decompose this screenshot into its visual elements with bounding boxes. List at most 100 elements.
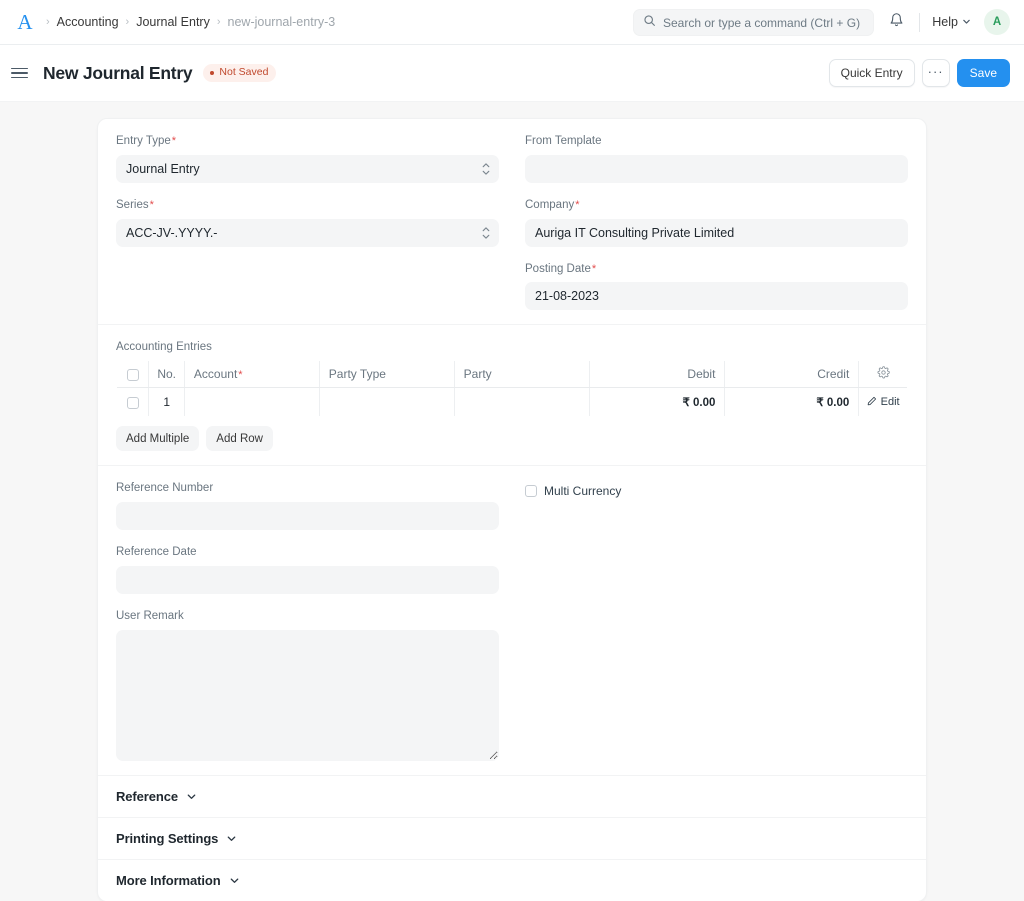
column-left: Entry Type* Journal Entry Series* ACC-JV… (116, 135, 499, 310)
sidebar-toggle-icon[interactable] (11, 62, 33, 84)
field-user-remark: User Remark (116, 610, 499, 761)
cell-party[interactable] (454, 387, 590, 417)
series-select[interactable]: ACC-JV-.YYYY.- (116, 218, 499, 247)
status-badge-label: Not Saved (219, 66, 269, 79)
help-menu-button[interactable]: Help (929, 11, 974, 33)
series-label: Series* (116, 199, 499, 213)
company-label-text: Company (525, 198, 575, 211)
row-checkbox[interactable] (126, 397, 139, 410)
posting-date-input[interactable]: 21-08-2023 (525, 282, 908, 311)
breadcrumb-item-journal-entry[interactable]: Journal Entry (136, 15, 210, 29)
top-navbar: A › Accounting › Journal Entry › new-jou… (0, 0, 1024, 45)
help-label: Help (932, 15, 958, 29)
status-badge: Not Saved (203, 64, 277, 82)
cell-account[interactable] (184, 387, 320, 417)
gear-icon (877, 366, 890, 382)
field-company: Company* Auriga IT Consulting Private Li… (525, 199, 908, 247)
header-account-text: Account (193, 367, 238, 382)
header-grid-settings[interactable] (858, 361, 907, 389)
field-entry-type: Entry Type* Journal Entry (116, 135, 499, 183)
global-search (633, 9, 874, 36)
debit-amount: ₹ 0.00 (682, 397, 716, 410)
series-select-wrap: ACC-JV-.YYYY.- (116, 218, 499, 247)
section-reference-details: Reference Number Reference Date User Rem… (98, 465, 926, 774)
form-card: Entry Type* Journal Entry Series* ACC-JV… (97, 118, 927, 901)
required-asterisk: * (591, 262, 597, 275)
more-actions-button[interactable]: ··· (921, 59, 950, 87)
pencil-icon (867, 396, 877, 409)
status-dot-icon (210, 70, 215, 75)
entry-type-label: Entry Type* (116, 135, 499, 149)
breadcrumb-item-accounting[interactable]: Accounting (57, 15, 119, 29)
from-template-input[interactable] (525, 154, 908, 183)
page-body: Entry Type* Journal Entry Series* ACC-JV… (0, 102, 1024, 901)
add-row-button[interactable]: Add Row (206, 426, 273, 452)
save-button[interactable]: Save (956, 59, 1010, 87)
notifications-button[interactable] (882, 8, 910, 36)
select-all-checkbox[interactable] (126, 369, 139, 382)
add-multiple-button[interactable]: Add Multiple (116, 426, 200, 452)
edit-row-button[interactable]: Edit (859, 388, 907, 416)
header-account: Account* (184, 361, 320, 389)
entry-type-select[interactable]: Journal Entry (116, 154, 499, 183)
cell-party-type[interactable] (319, 387, 455, 417)
header-credit: Credit (724, 361, 860, 389)
section-toggle-reference[interactable]: Reference (98, 774, 926, 817)
page-actions: Quick Entry ··· Save (828, 59, 1010, 87)
entries-grid-label: Accounting Entries (116, 341, 212, 354)
cell-credit[interactable]: ₹ 0.00 (724, 387, 860, 417)
table-row[interactable]: 1 ₹ 0.00 ₹ 0.00 Edit (117, 387, 907, 417)
column-left-2: Reference Number Reference Date User Rem… (116, 482, 499, 761)
user-remark-textarea[interactable] (116, 629, 499, 761)
field-reference-number: Reference Number (116, 482, 499, 531)
field-posting-date: Posting Date* 21-08-2023 (525, 263, 908, 311)
reference-date-label: Reference Date (116, 546, 197, 559)
section-toggle-more-information[interactable]: More Information (98, 858, 926, 901)
reference-date-input[interactable] (116, 565, 499, 594)
avatar[interactable]: A (984, 9, 1010, 35)
required-asterisk: * (575, 198, 580, 211)
field-series: Series* ACC-JV-.YYYY.- (116, 199, 499, 247)
section-main-details: Entry Type* Journal Entry Series* ACC-JV… (98, 119, 926, 324)
breadcrumb-separator: › (125, 15, 130, 28)
required-asterisk: * (149, 198, 154, 211)
user-remark-label: User Remark (116, 609, 184, 622)
navbar-right-actions: Help A (882, 8, 1010, 36)
from-template-label: From Template (525, 135, 602, 147)
multi-currency-label: Multi Currency (544, 484, 622, 499)
header-party: Party (454, 361, 590, 389)
cell-edit[interactable]: Edit (858, 387, 907, 417)
column-right-2: Multi Currency (525, 482, 908, 760)
quick-entry-button[interactable]: Quick Entry (828, 59, 915, 87)
header-no: No. (148, 361, 185, 389)
table-header-row: No. Account* Party Type Party Debit Cred… (117, 361, 907, 389)
field-reference-date: Reference Date (116, 546, 499, 594)
section-accounting-entries: Accounting Entries No. Account* Party Ty… (98, 324, 926, 465)
row-number: 1 (148, 387, 185, 417)
accounting-entries-table: No. Account* Party Type Party Debit Cred… (116, 360, 908, 418)
entry-type-label-text: Entry Type (116, 135, 171, 147)
section-title-reference: Reference (116, 788, 178, 804)
app-logo-icon[interactable]: A (12, 9, 38, 35)
entry-type-select-wrap: Journal Entry (116, 154, 499, 183)
reference-number-input[interactable] (116, 502, 499, 531)
posting-date-label-text: Posting Date (525, 262, 591, 275)
edit-label: Edit (880, 396, 900, 409)
cell-debit[interactable]: ₹ 0.00 (589, 387, 726, 417)
row-select-cell (117, 387, 150, 417)
search-input[interactable] (663, 15, 864, 30)
company-input[interactable]: Auriga IT Consulting Private Limited (525, 218, 908, 247)
field-multi-currency[interactable]: Multi Currency (525, 484, 908, 498)
section-toggle-printing-settings[interactable]: Printing Settings (98, 816, 926, 859)
section-title-printing-settings: Printing Settings (116, 830, 219, 846)
page-header: New Journal Entry Not Saved Quick Entry … (0, 45, 1024, 102)
required-asterisk: * (171, 135, 177, 147)
required-asterisk: * (238, 369, 243, 382)
posting-date-label: Posting Date* (525, 263, 908, 277)
multi-currency-checkbox[interactable] (525, 485, 537, 498)
breadcrumb: › Accounting › Journal Entry › new-journ… (46, 15, 335, 29)
search-box[interactable] (633, 9, 874, 36)
header-party-type: Party Type (319, 361, 455, 389)
chevron-down-icon (226, 833, 237, 844)
chevron-down-icon (229, 875, 240, 886)
